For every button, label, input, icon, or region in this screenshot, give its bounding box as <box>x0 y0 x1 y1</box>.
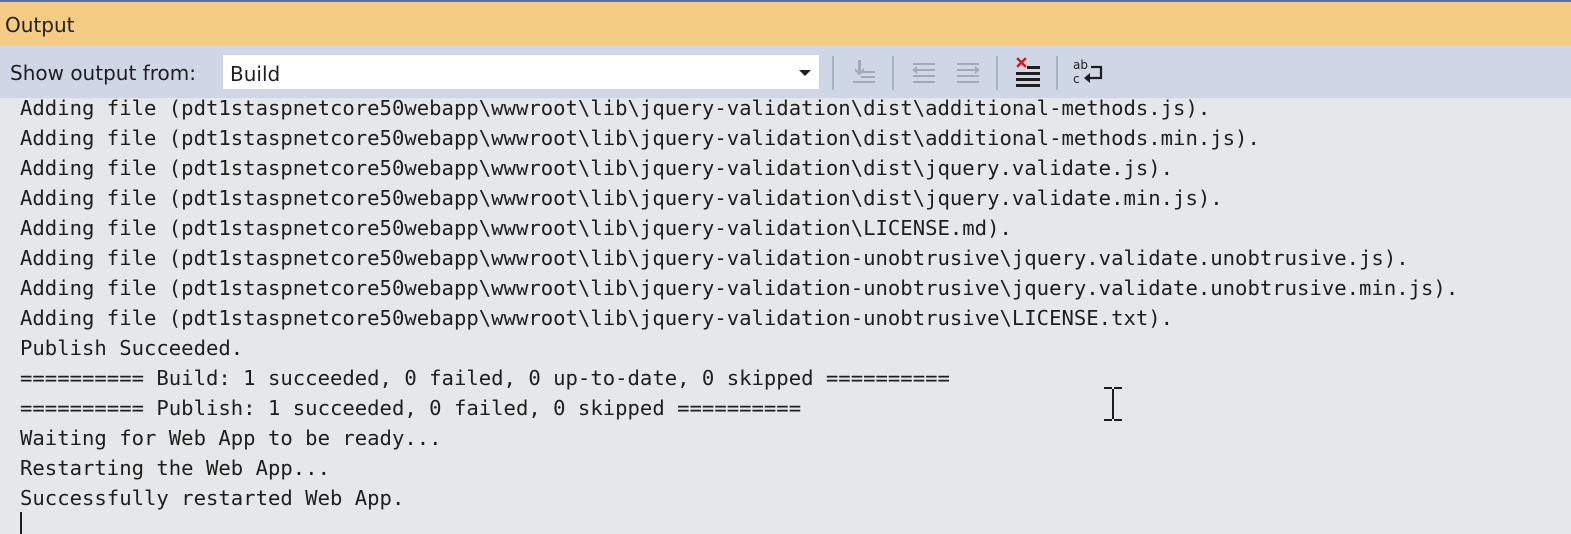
log-line: Adding file (pdt1staspnetcore50webapp\ww… <box>20 126 1260 150</box>
toggle-word-wrap-button[interactable]: ab c <box>1070 55 1106 89</box>
log-line: Successfully restarted Web App. <box>20 486 405 510</box>
show-output-from-label: Show output from: <box>10 61 196 85</box>
log-line: Adding file (pdt1staspnetcore50webapp\ww… <box>20 98 1211 120</box>
svg-text:c: c <box>1073 72 1080 86</box>
toolbar-separator <box>892 56 894 90</box>
log-line: ========== Build: 1 succeeded, 0 failed,… <box>20 366 950 390</box>
log-line: Adding file (pdt1staspnetcore50webapp\ww… <box>20 276 1459 300</box>
ibeam-cursor-icon <box>1104 387 1122 421</box>
log-line: Adding file (pdt1staspnetcore50webapp\ww… <box>20 156 1174 180</box>
log-line: Adding file (pdt1staspnetcore50webapp\ww… <box>20 186 1223 210</box>
panel-title: Output <box>5 13 75 37</box>
find-message-in-code-icon <box>853 60 875 83</box>
output-source-value: Build <box>230 62 281 86</box>
toggle-word-wrap-icon: ab c <box>1073 58 1103 86</box>
svg-text:ab: ab <box>1073 58 1088 72</box>
log-line: Waiting for Web App to be ready... <box>20 426 442 450</box>
output-panel-title-bar[interactable]: Output <box>0 0 1571 46</box>
clear-all-button[interactable] <box>1010 55 1046 89</box>
chevron-down-icon[interactable] <box>799 70 811 76</box>
log-line: Adding file (pdt1staspnetcore50webapp\ww… <box>20 306 1174 330</box>
log-line: ========== Publish: 1 succeeded, 0 faile… <box>20 396 802 420</box>
output-source-dropdown[interactable]: Build <box>222 54 820 90</box>
go-to-next-message-icon <box>957 63 980 83</box>
output-toolbar: Show output from: Build ab c <box>0 46 1571 98</box>
toolbar-separator <box>1056 56 1058 90</box>
go-to-previous-message-icon <box>912 63 935 83</box>
output-text-area[interactable]: Adding file (pdt1staspnetcore50webapp\ww… <box>0 98 1571 534</box>
go-to-next-message-button[interactable] <box>950 55 986 89</box>
toolbar-separator <box>996 56 998 90</box>
toolbar-separator <box>832 56 834 90</box>
find-message-in-code-button[interactable] <box>846 55 882 89</box>
go-to-previous-message-button[interactable] <box>906 55 942 89</box>
log-line: Adding file (pdt1staspnetcore50webapp\ww… <box>20 216 1012 240</box>
log-line: Publish Succeeded. <box>20 336 244 360</box>
text-caret <box>20 512 22 534</box>
clear-all-icon <box>1016 57 1040 87</box>
log-line: Adding file (pdt1staspnetcore50webapp\ww… <box>20 246 1409 270</box>
log-line: Restarting the Web App... <box>20 456 330 480</box>
